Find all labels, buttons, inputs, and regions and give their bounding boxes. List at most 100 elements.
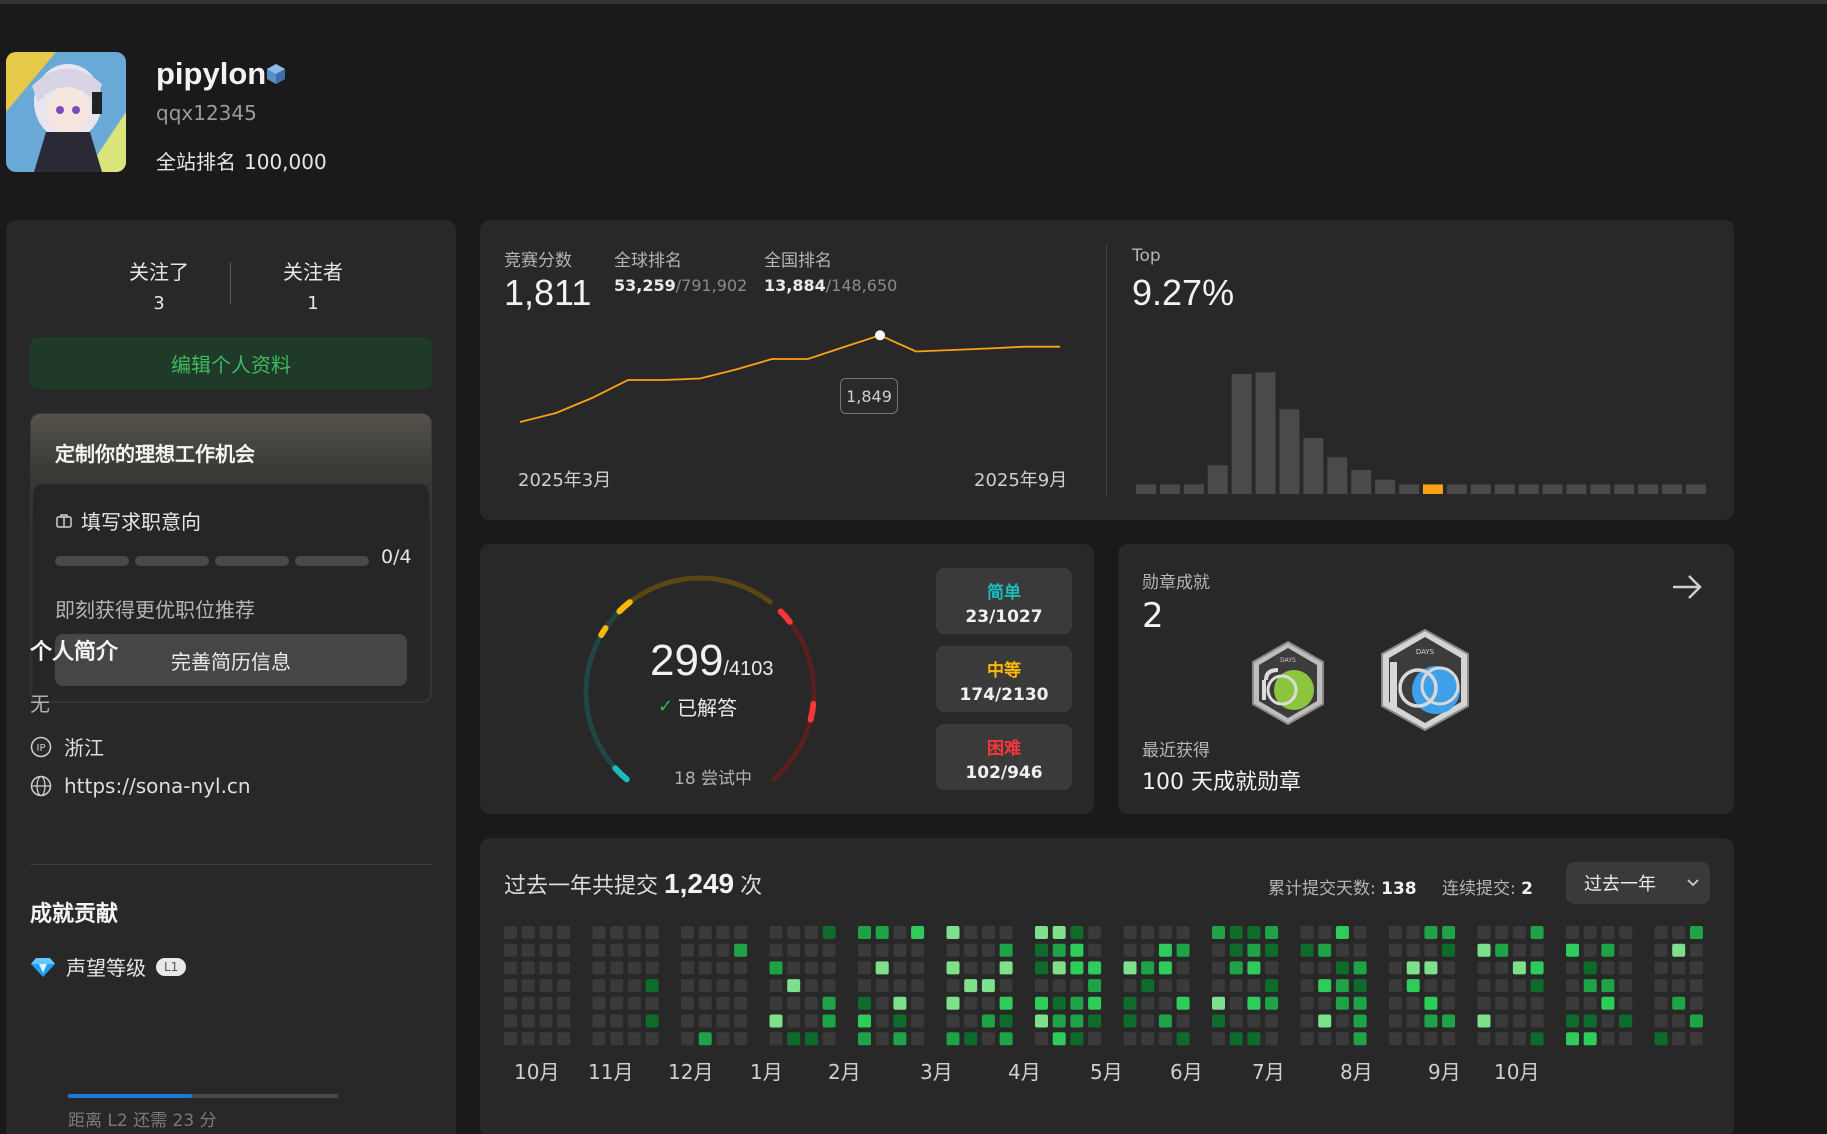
heatmap-cell bbox=[1406, 1014, 1420, 1028]
heatmap-cell bbox=[504, 979, 517, 993]
100-days-badge-icon[interactable]: DAYS bbox=[1378, 628, 1472, 732]
heatmap-cell bbox=[1229, 1014, 1243, 1028]
arrow-right-icon[interactable] bbox=[1670, 570, 1704, 604]
job-progress-segments bbox=[55, 556, 369, 566]
heatmap-cell bbox=[1088, 926, 1102, 939]
heatmap-cell bbox=[592, 926, 606, 939]
heatmap-cell bbox=[858, 926, 871, 939]
total-days-stat: 累计提交天数: 138 bbox=[1268, 874, 1417, 899]
heatmap-cell bbox=[1088, 1014, 1102, 1028]
followers-stat[interactable]: 关注者 1 bbox=[238, 256, 388, 314]
reputation-badge: L1 bbox=[156, 957, 187, 976]
reputation-row[interactable]: 声望等级 L1 bbox=[30, 952, 187, 981]
heatmap-cell bbox=[822, 996, 836, 1010]
heatmap-cell bbox=[557, 961, 571, 975]
heatmap-cell bbox=[1070, 943, 1084, 957]
heatmap-cell bbox=[1530, 961, 1544, 975]
difficulty-hard[interactable]: 困难 102/946 bbox=[936, 724, 1072, 790]
edit-profile-button[interactable]: 编辑个人资料 bbox=[30, 337, 432, 389]
heatmap-cell bbox=[1672, 1014, 1686, 1028]
heatmap-cell bbox=[804, 979, 818, 993]
heatmap-cell bbox=[999, 1032, 1013, 1046]
distribution-bar bbox=[1183, 484, 1204, 494]
heatmap-cell bbox=[698, 926, 712, 939]
progress-segment bbox=[295, 556, 369, 566]
heatmap-cell bbox=[1353, 979, 1367, 993]
heatmap-cell bbox=[645, 1014, 659, 1028]
heatmap-cell bbox=[1265, 926, 1279, 939]
heatmap-cell bbox=[539, 996, 553, 1010]
recent-badge-name: 100 天成就勋章 bbox=[1142, 770, 1301, 795]
website-row[interactable]: https://sona-nyl.cn bbox=[30, 774, 251, 798]
distribution-bar bbox=[1446, 484, 1467, 494]
heatmap-cell bbox=[1477, 979, 1491, 993]
heatmap-cell bbox=[787, 926, 801, 939]
heatmap-cell bbox=[769, 943, 783, 957]
national-rank-value: 13,884 bbox=[764, 276, 826, 295]
heatmap-cell bbox=[1583, 979, 1597, 993]
rating-peak-point bbox=[875, 330, 885, 341]
heatmap-cell bbox=[946, 1014, 960, 1028]
heatmap-cell bbox=[1158, 961, 1172, 975]
heatmap-cell bbox=[999, 996, 1013, 1010]
heatmap-cell bbox=[610, 996, 624, 1010]
heatmap-cell bbox=[1300, 943, 1314, 957]
difficulty-medium[interactable]: 中等 174/2130 bbox=[936, 646, 1072, 712]
heatmap-cell bbox=[592, 961, 606, 975]
heatmap-cell bbox=[504, 996, 517, 1010]
rating-distribution-chart[interactable] bbox=[1136, 320, 1706, 494]
website-link[interactable]: https://sona-nyl.cn bbox=[64, 774, 251, 798]
rating-line-chart[interactable] bbox=[520, 320, 1060, 440]
heatmap-cell bbox=[592, 1032, 606, 1046]
heatmap-cell bbox=[1601, 1032, 1615, 1046]
heatmap-cell bbox=[1353, 1032, 1367, 1046]
distribution-bar bbox=[1518, 484, 1539, 494]
distribution-bar bbox=[1399, 484, 1419, 494]
heatmap-cell bbox=[1442, 979, 1456, 993]
easy-ring-track bbox=[583, 608, 630, 782]
heatmap-cell bbox=[1141, 926, 1155, 939]
heatmap-cell bbox=[1619, 996, 1633, 1010]
progress-segment bbox=[55, 556, 129, 566]
svg-text:DAYS: DAYS bbox=[1280, 657, 1296, 664]
heatmap-cell bbox=[911, 979, 925, 993]
distribution-bar bbox=[1542, 484, 1563, 494]
distribution-bar bbox=[1423, 484, 1443, 494]
heatmap-cell bbox=[1265, 996, 1279, 1010]
heatmap-cell bbox=[716, 1032, 730, 1046]
heatmap-cell bbox=[1566, 979, 1579, 993]
heatmap-cell bbox=[1300, 979, 1314, 993]
heatmap-cell bbox=[504, 943, 517, 957]
heatmap-cell bbox=[787, 961, 801, 975]
difficulty-easy[interactable]: 简单 23/1027 bbox=[936, 568, 1072, 634]
heatmap-cell bbox=[1442, 926, 1456, 939]
50-days-badge-icon[interactable]: DAYS bbox=[1250, 640, 1326, 726]
heatmap-cell bbox=[592, 943, 606, 957]
heatmap-cell bbox=[627, 1032, 641, 1046]
medium-ring-marker bbox=[598, 625, 609, 638]
heatmap-cell bbox=[1123, 996, 1137, 1010]
job-intent-row[interactable]: 填写求职意向 bbox=[55, 506, 201, 535]
heatmap-cell bbox=[1035, 943, 1048, 957]
chevron-down-icon bbox=[1687, 879, 1699, 887]
avatar[interactable] bbox=[6, 52, 126, 172]
following-stat[interactable]: 关注了 3 bbox=[84, 256, 234, 314]
difficulty-easy-value: 23/1027 bbox=[965, 607, 1043, 627]
heatmap-cell bbox=[592, 1014, 606, 1028]
heatmap-cell bbox=[627, 1014, 641, 1028]
heatmap-cell bbox=[1176, 1014, 1190, 1028]
section-divider bbox=[30, 864, 432, 865]
heatmap-cell bbox=[1070, 926, 1084, 939]
heatmap-cell bbox=[1512, 1032, 1526, 1046]
heatmap-cell bbox=[1176, 979, 1190, 993]
heatmap-cell bbox=[1318, 996, 1332, 1010]
heatmap-cell bbox=[1406, 1032, 1420, 1046]
heatmap-cell bbox=[734, 961, 748, 975]
heatmap-cell bbox=[1583, 926, 1597, 939]
solved-count: 299/4103 bbox=[650, 636, 773, 686]
heatmap-cell bbox=[822, 961, 836, 975]
range-select[interactable]: 过去一年 bbox=[1566, 862, 1710, 904]
heatmap-month-label: 2月 bbox=[828, 1060, 861, 1084]
heatmap-cell bbox=[627, 996, 641, 1010]
badges-label: 勋章成就 bbox=[1142, 573, 1210, 593]
